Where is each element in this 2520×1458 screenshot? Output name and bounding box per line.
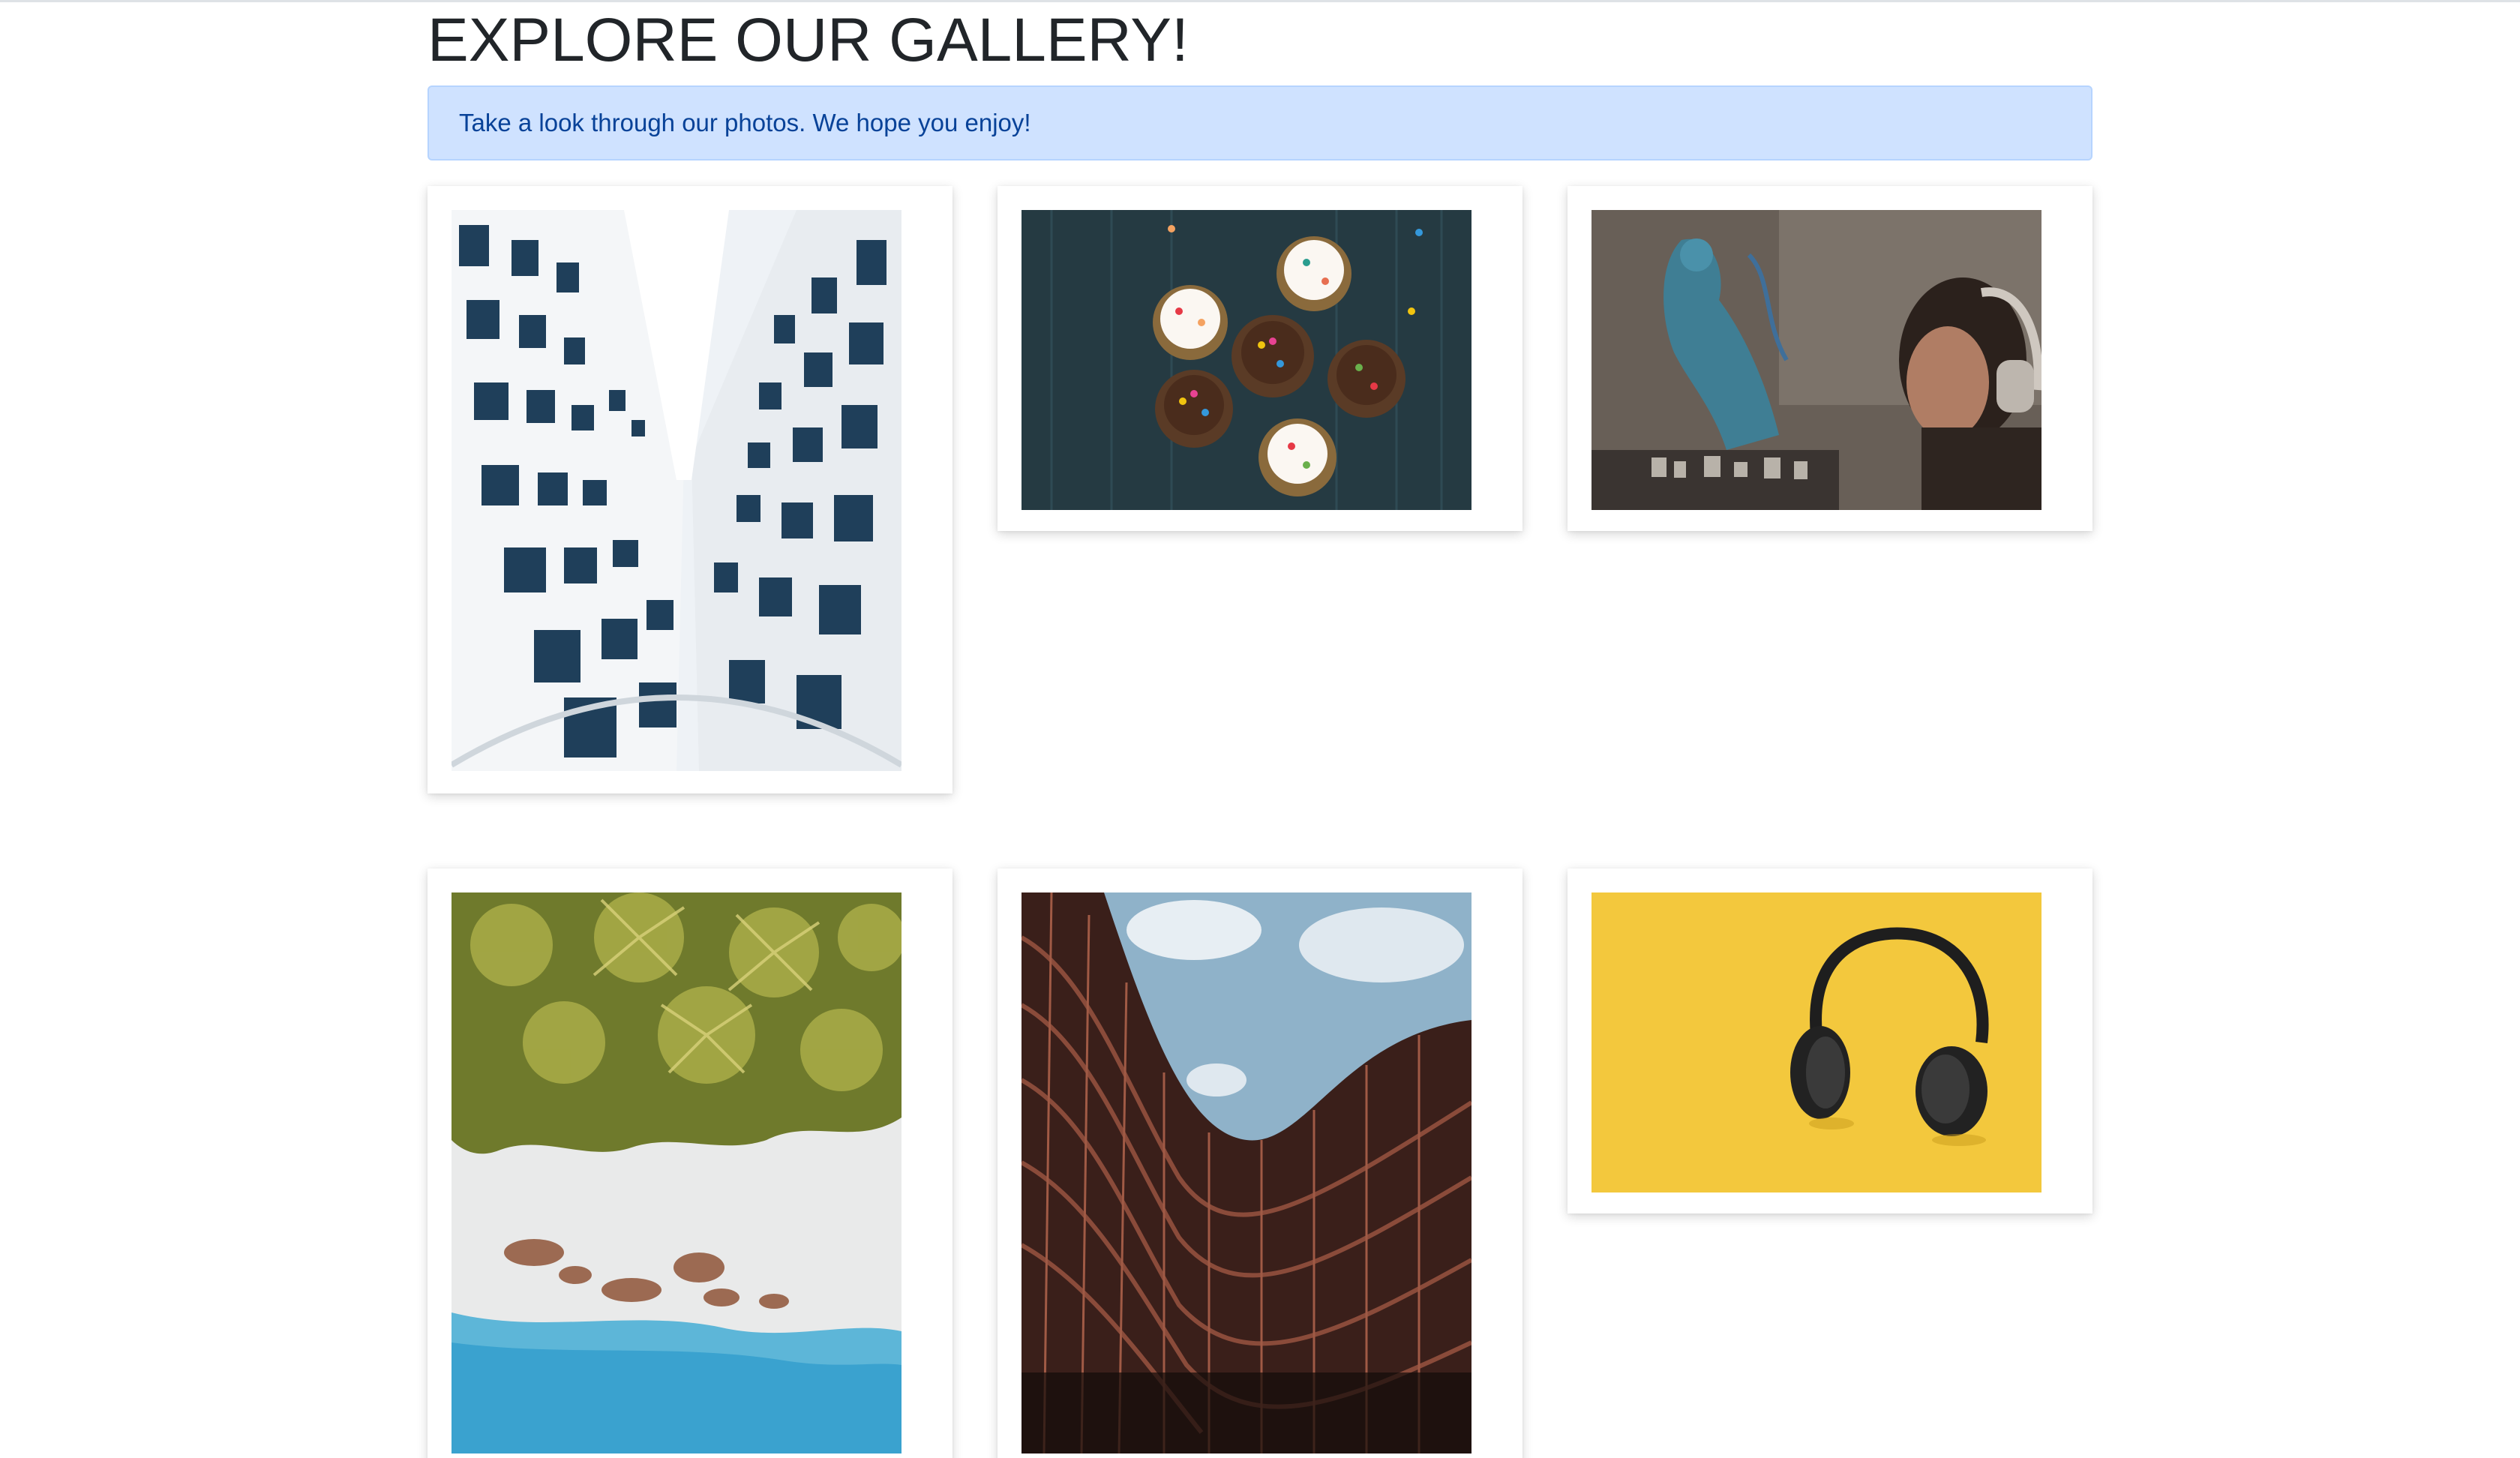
photo-headphones[interactable]	[1592, 892, 2042, 1192]
gallery-card[interactable]	[1568, 868, 2092, 1214]
page: EXPLORE OUR GALLERY! Take a look through…	[0, 0, 2520, 1458]
gallery-card[interactable]	[1568, 186, 2092, 531]
photo-aerial-beach[interactable]	[452, 892, 902, 1454]
gallery-card[interactable]	[998, 186, 1522, 531]
gallery-card[interactable]	[428, 868, 952, 1458]
photo-graffiti-wall[interactable]	[1592, 210, 2042, 510]
info-alert: Take a look through our photos. We hope …	[428, 86, 2092, 160]
photo-cupcakes[interactable]	[1022, 210, 1472, 510]
gallery-card[interactable]	[428, 186, 952, 794]
gallery-card[interactable]	[998, 868, 1522, 1458]
photo-wavy-building[interactable]	[1022, 892, 1472, 1454]
photo-building-looking-up[interactable]	[452, 210, 902, 771]
page-title: EXPLORE OUR GALLERY!	[428, 6, 1189, 74]
top-divider	[0, 0, 2520, 2]
